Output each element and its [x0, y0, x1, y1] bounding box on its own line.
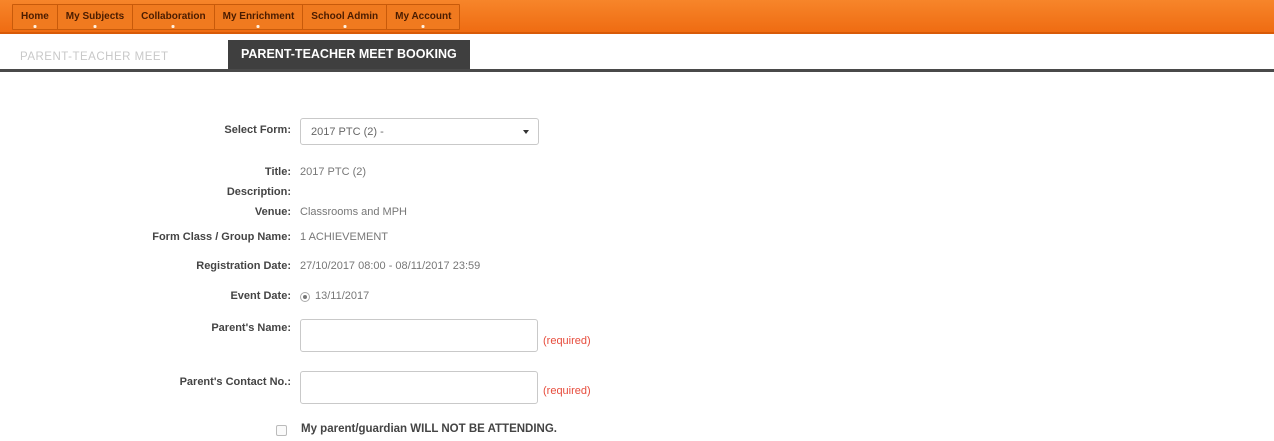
- nav-item-home[interactable]: Home: [13, 5, 58, 29]
- form-class-label: Form Class / Group Name:: [152, 231, 291, 243]
- nav-item-collaboration[interactable]: Collaboration: [133, 5, 215, 29]
- dropdown-indicator-icon: [171, 25, 175, 28]
- main-menu: Home My Subjects Collaboration My Enrich…: [12, 4, 461, 30]
- select-form-value: 2017 PTC (2) -: [311, 126, 384, 138]
- parent-contact-required: (required): [543, 385, 591, 397]
- tab-strip: PARENT-TEACHER MEET PARENT-TEACHER MEET …: [0, 40, 1274, 72]
- nav-item-my-subjects[interactable]: My Subjects: [58, 5, 134, 29]
- dropdown-indicator-icon: [343, 25, 347, 28]
- not-attending-checkbox[interactable]: [276, 425, 287, 436]
- nav-item-label: Home: [21, 11, 49, 22]
- nav-item-label: School Admin: [311, 11, 379, 22]
- parent-name-required: (required): [543, 335, 591, 347]
- dropdown-indicator-icon: [256, 25, 260, 28]
- tab-parent-teacher-meet-booking[interactable]: PARENT-TEACHER MEET BOOKING: [228, 40, 470, 69]
- event-date-label: Event Date:: [230, 290, 291, 302]
- nav-item-school-admin[interactable]: School Admin: [303, 5, 388, 29]
- nav-item-my-enrichment[interactable]: My Enrichment: [215, 5, 304, 29]
- radio-selected-dot: [303, 295, 307, 299]
- parent-contact-label: Parent's Contact No.:: [179, 376, 291, 388]
- select-form-label: Select Form:: [224, 124, 291, 136]
- registration-date-value: 27/10/2017 08:00 - 08/11/2017 23:59: [300, 260, 481, 272]
- nav-item-label: My Subjects: [65, 11, 125, 22]
- nav-item-label: My Account: [395, 11, 452, 22]
- description-label: Description:: [226, 186, 291, 198]
- dropdown-indicator-icon: [421, 25, 425, 28]
- not-attending-label: My parent/guardian WILL NOT BE ATTENDING…: [301, 423, 557, 435]
- event-date-value: 13/11/2017: [315, 290, 370, 302]
- registration-date-label: Registration Date:: [196, 260, 291, 272]
- nav-item-my-account[interactable]: My Account: [387, 5, 459, 29]
- chevron-down-icon: [523, 130, 529, 134]
- title-label: Title:: [264, 166, 291, 178]
- form-class-value: 1 ACHIEVEMENT: [300, 231, 389, 243]
- nav-item-label: Collaboration: [141, 11, 206, 22]
- event-date-radio[interactable]: [300, 292, 310, 302]
- venue-label: Venue:: [254, 206, 291, 218]
- tab-parent-teacher-meet[interactable]: PARENT-TEACHER MEET: [8, 46, 181, 68]
- top-navigation-bar: Home My Subjects Collaboration My Enrich…: [0, 0, 1274, 34]
- select-form-dropdown[interactable]: 2017 PTC (2) -: [300, 118, 539, 145]
- title-value: 2017 PTC (2): [300, 166, 367, 178]
- parent-contact-input[interactable]: [300, 371, 538, 404]
- dropdown-indicator-icon: [93, 25, 97, 28]
- parent-name-label: Parent's Name:: [211, 322, 291, 334]
- venue-value: Classrooms and MPH: [300, 206, 407, 218]
- dropdown-indicator-icon: [33, 25, 37, 28]
- parent-name-input[interactable]: [300, 319, 538, 352]
- nav-item-label: My Enrichment: [222, 11, 295, 22]
